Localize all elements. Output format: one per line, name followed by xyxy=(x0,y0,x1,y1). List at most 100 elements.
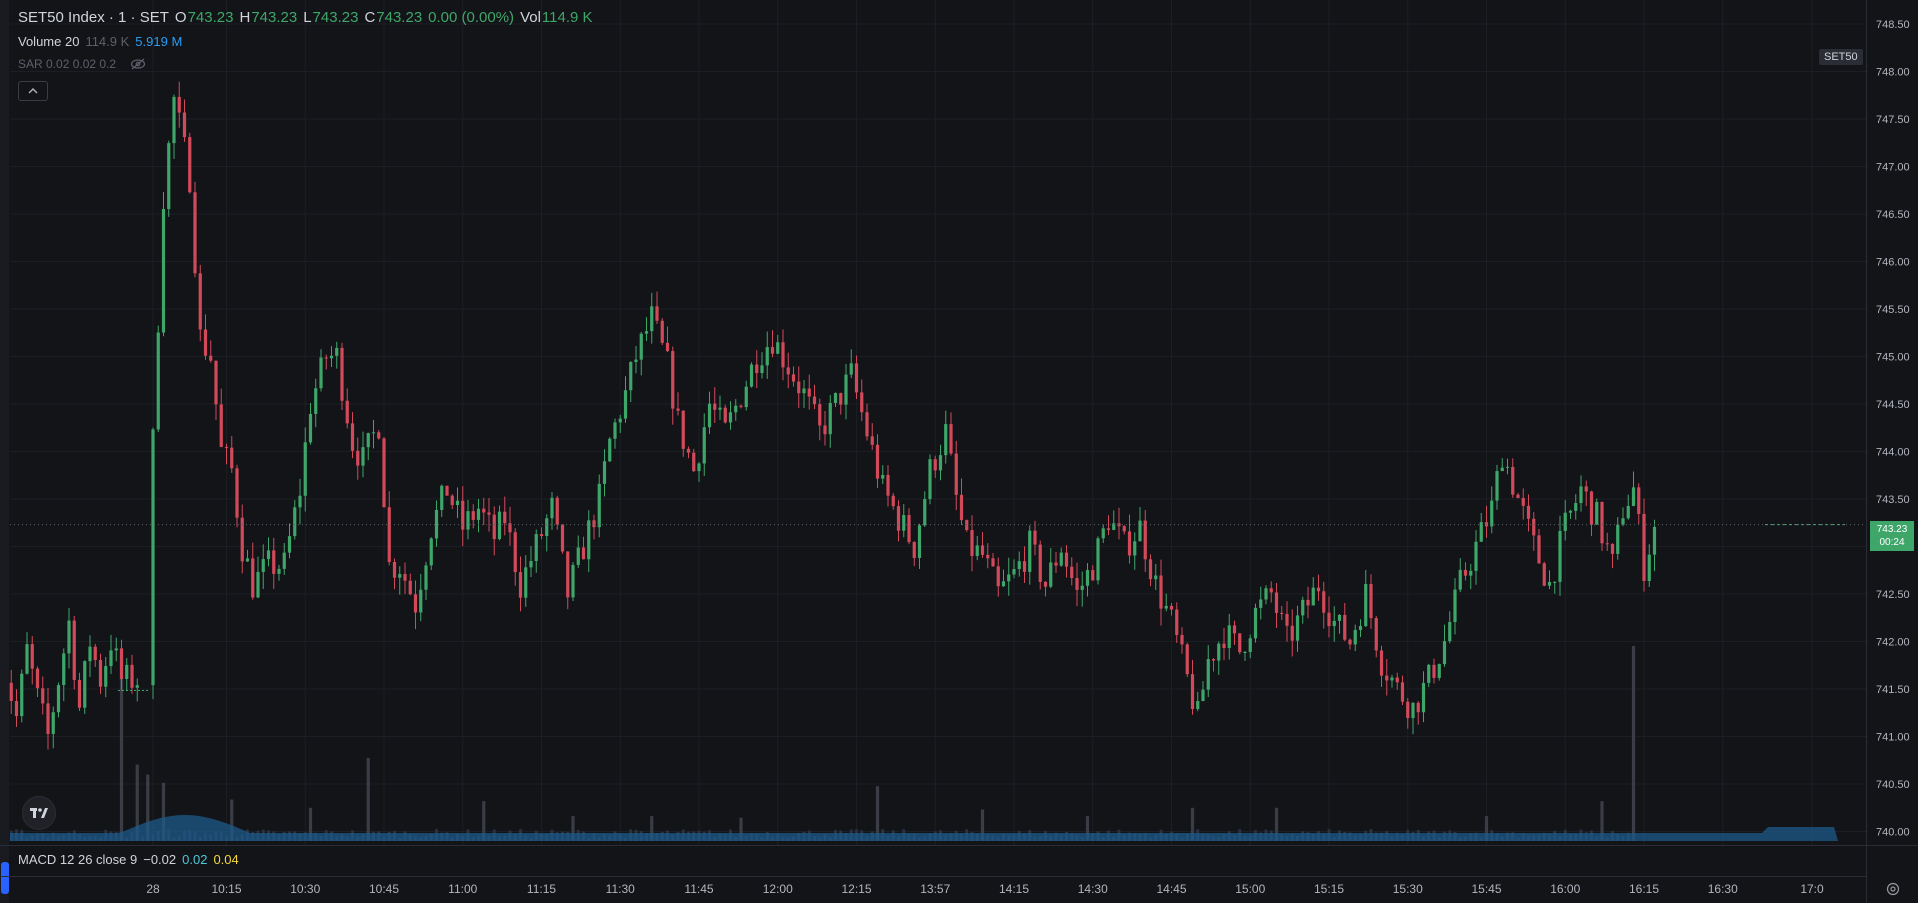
candle-body xyxy=(1238,633,1242,653)
candle-body xyxy=(1164,605,1168,609)
time-axis[interactable]: 28 10:15 10:30 10:45 11:00 11:15 11:30 11:45 12:… xyxy=(146,882,1824,896)
tradingview-logo-icon[interactable] xyxy=(22,796,56,830)
candle-body xyxy=(760,365,764,374)
candle-body xyxy=(377,432,381,439)
symbol-legend[interactable]: SET50 Index · 1 · SET O 743.23 H 743.23 L7… xyxy=(18,9,593,26)
candle-body xyxy=(1301,599,1305,616)
collapse-legend-button[interactable] xyxy=(18,81,48,101)
eye-off-icon[interactable] xyxy=(130,58,146,70)
candle-body xyxy=(959,494,964,521)
ohlc-open-label: O xyxy=(174,9,187,26)
candle-body xyxy=(1264,588,1268,600)
candle-body xyxy=(298,495,302,508)
candle-body xyxy=(634,359,638,363)
candle-body xyxy=(1427,664,1431,683)
candle-body xyxy=(461,500,465,530)
candle-body xyxy=(25,644,29,674)
sar-indicator-label[interactable]: SAR 0.02 0.02 0.2 xyxy=(18,57,116,71)
candle-body xyxy=(41,688,45,704)
candle-body xyxy=(408,580,412,595)
price-tick-label: 742.00 xyxy=(1876,637,1910,649)
candle-body xyxy=(1469,570,1473,576)
time-tick-label: 14:45 xyxy=(1156,882,1186,896)
candle-body xyxy=(1521,498,1525,506)
candle-body xyxy=(576,547,580,565)
last-price-label: 743.23 00:24 xyxy=(1870,521,1914,551)
candle-body xyxy=(1595,502,1599,525)
sar-legend[interactable]: SAR 0.02 0.02 0.2 xyxy=(18,57,146,71)
candle-body xyxy=(329,355,334,359)
candle-body xyxy=(1091,570,1095,581)
candle-body xyxy=(608,438,612,462)
symbol-title[interactable]: SET50 Index · 1 · SET xyxy=(18,9,169,26)
candle-body xyxy=(114,648,118,651)
candle-body xyxy=(1206,659,1210,690)
candle-body xyxy=(1448,621,1452,642)
macd-value: −0.02 xyxy=(143,852,177,867)
candle-body xyxy=(781,342,785,368)
candle-body xyxy=(361,447,365,466)
candle-body xyxy=(151,429,155,686)
ohlc-low-label: L xyxy=(303,9,312,26)
ohlc-high-value: 743.23 xyxy=(251,9,298,26)
price-tick-label: 746.50 xyxy=(1876,209,1910,221)
candle-body xyxy=(20,673,24,717)
candle-body xyxy=(482,508,486,513)
candle-body xyxy=(1227,625,1231,648)
candle-body xyxy=(1558,530,1562,582)
volume-spike-bar xyxy=(366,758,370,841)
candle-body xyxy=(203,329,208,356)
candle-body xyxy=(366,433,370,448)
candle-body xyxy=(1442,641,1447,665)
chart-grid xyxy=(10,0,1866,845)
candle-body xyxy=(109,650,113,667)
candle-body xyxy=(1143,520,1147,560)
candle-body xyxy=(896,506,901,531)
candle-body xyxy=(1211,659,1216,661)
candle-body xyxy=(786,367,790,375)
candle-body xyxy=(1652,526,1657,555)
candle-body xyxy=(1631,487,1636,506)
candle-body xyxy=(1274,592,1279,613)
candle-body xyxy=(455,500,460,506)
price-chart[interactable]: 748.50 748.00 747.50 747.00 746.50 746.00 745.… xyxy=(0,0,1918,903)
settings-icon[interactable] xyxy=(1885,882,1901,898)
candle-body xyxy=(686,448,691,453)
candle-body xyxy=(1196,701,1200,709)
candle-body xyxy=(980,545,985,555)
candle-body xyxy=(734,405,738,413)
candle-body xyxy=(319,357,323,389)
ohlc-close-value: 743.23 xyxy=(376,9,423,26)
time-tick-label: 15:15 xyxy=(1314,882,1344,896)
candle-body xyxy=(130,664,134,688)
volume-legend[interactable]: Volume 20 114.9 K 5.919 M xyxy=(18,34,182,49)
candle-body xyxy=(718,407,722,410)
candle-body xyxy=(1400,682,1405,702)
candle-body xyxy=(1248,638,1252,652)
candle-body xyxy=(1217,643,1221,661)
time-tick-label: 16:00 xyxy=(1550,882,1580,896)
candle-body xyxy=(1579,486,1583,504)
candle-body xyxy=(503,511,507,524)
ohlc-low: L 743.23 xyxy=(303,9,358,26)
candlestick-series xyxy=(9,81,1866,750)
candle-body xyxy=(440,485,444,510)
time-tick-label: 15:30 xyxy=(1393,882,1423,896)
candle-body xyxy=(156,332,160,430)
volume-indicator-label[interactable]: Volume 20 xyxy=(18,34,79,49)
candle-body xyxy=(1038,544,1042,582)
candle-body xyxy=(1432,664,1436,678)
candle-body xyxy=(907,515,911,543)
candle-body xyxy=(697,463,701,472)
time-tick-label: 11:15 xyxy=(527,882,556,896)
ohlc-high-label: H xyxy=(239,9,251,26)
macd-indicator-label[interactable]: MACD 12 26 close 9 xyxy=(18,852,137,867)
candle-body xyxy=(560,524,565,552)
macd-legend[interactable]: MACD 12 26 close 9 −0.02 0.02 0.04 xyxy=(18,852,239,867)
candle-body xyxy=(1532,518,1536,536)
candle-body xyxy=(293,507,297,537)
ohlc-volume: Vol 114.9 K xyxy=(520,9,592,26)
candle-body xyxy=(1064,552,1069,567)
candle-body xyxy=(1526,505,1531,519)
candle-body xyxy=(671,351,675,409)
